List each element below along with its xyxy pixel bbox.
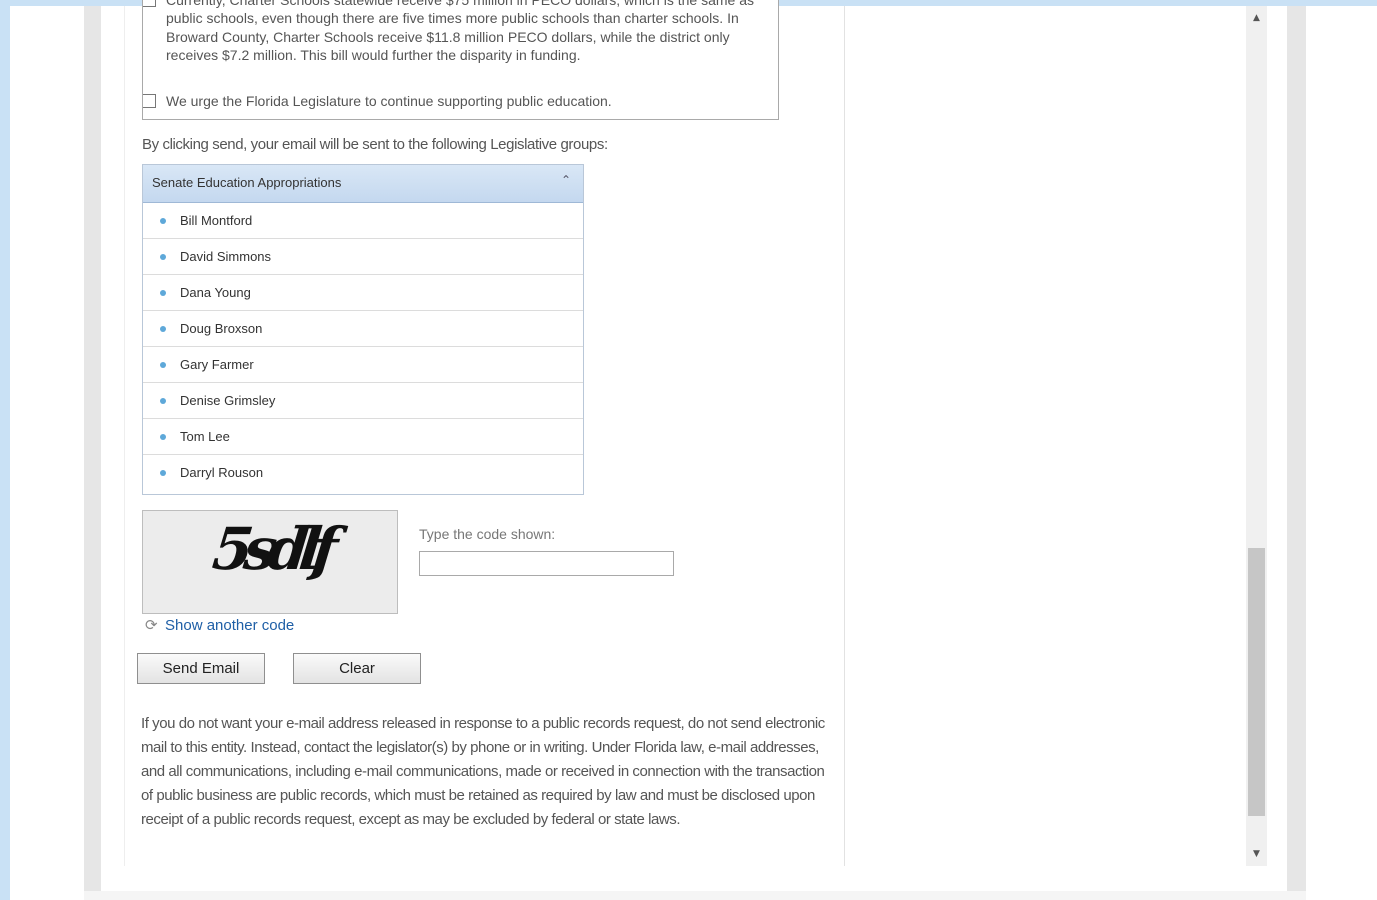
legislator-name: Bill Montford bbox=[180, 213, 253, 228]
legislator-list: Bill Montford David Simmons Dana Young Doug… bbox=[143, 203, 583, 491]
legislator-name: Gary Farmer bbox=[180, 357, 254, 372]
captcha-label: Type the code shown: bbox=[419, 526, 556, 542]
accordion-title: Senate Education Appropriations bbox=[152, 175, 342, 190]
content-left-rule bbox=[124, 6, 125, 866]
legislator-list-item: Denise Grimsley bbox=[143, 383, 583, 419]
resolution-item-funding[interactable]: Currently, Charter Schools statewide rec… bbox=[143, 0, 768, 65]
left-gutter bbox=[10, 6, 84, 900]
captcha-image: 5sdlf bbox=[142, 510, 398, 614]
resolution-item-support[interactable]: We urge the Florida Legislature to conti… bbox=[143, 92, 768, 110]
legislator-list-item: David Simmons bbox=[143, 239, 583, 275]
legislator-name: Darryl Rouson bbox=[180, 465, 264, 480]
bullet-icon bbox=[160, 434, 166, 440]
refresh-icon: ⟳ bbox=[145, 617, 158, 634]
scroll-down-arrow-icon[interactable]: ▼ bbox=[1246, 844, 1267, 864]
resolution-checkbox[interactable] bbox=[143, 94, 156, 108]
captcha-input[interactable] bbox=[419, 551, 674, 576]
frame-bottom-band bbox=[84, 891, 1306, 900]
bullet-icon bbox=[160, 326, 166, 332]
bullet-icon bbox=[160, 254, 166, 260]
column-divider bbox=[844, 6, 845, 866]
resolution-text: Currently, Charter Schools statewide rec… bbox=[166, 0, 754, 64]
legislator-list-item: Tom Lee bbox=[143, 419, 583, 455]
legislator-name: Doug Broxson bbox=[180, 321, 263, 336]
legislator-list-item: Doug Broxson bbox=[143, 311, 583, 347]
legislator-name: Tom Lee bbox=[180, 429, 230, 444]
clear-button[interactable]: Clear bbox=[293, 653, 421, 684]
bullet-icon bbox=[160, 470, 166, 476]
resolution-text: We urge the Florida Legislature to conti… bbox=[166, 93, 612, 109]
bullet-icon bbox=[160, 218, 166, 224]
legislator-list-item: Darryl Rouson bbox=[143, 455, 583, 491]
show-another-code-label: Show another code bbox=[165, 617, 295, 634]
bullet-icon bbox=[160, 398, 166, 404]
legislator-list-item: Gary Farmer bbox=[143, 347, 583, 383]
chevron-up-icon[interactable]: ⌃ bbox=[561, 173, 571, 187]
scroll-up-arrow-icon[interactable]: ▲ bbox=[1246, 8, 1267, 28]
legislator-name: David Simmons bbox=[180, 249, 272, 264]
resolution-checkbox[interactable] bbox=[143, 0, 156, 7]
public-records-disclaimer: If you do not want your e-mail address r… bbox=[141, 715, 825, 828]
show-another-code-link[interactable]: ⟳ Show another code bbox=[145, 616, 294, 634]
legislative-group-accordion: Senate Education Appropriations ⌃ Bill M… bbox=[142, 164, 584, 495]
legislator-name: Denise Grimsley bbox=[180, 393, 276, 408]
scrollbar-thumb[interactable] bbox=[1248, 548, 1265, 816]
accordion-header-senate-education-appropriations[interactable]: Senate Education Appropriations ⌃ bbox=[143, 165, 583, 203]
captcha-code-text: 5sdlf bbox=[209, 515, 333, 583]
legislator-list-item: Dana Young bbox=[143, 275, 583, 311]
send-email-button[interactable]: Send Email bbox=[137, 653, 265, 684]
legislator-list-item: Bill Montford bbox=[143, 203, 583, 239]
right-gutter bbox=[1306, 6, 1377, 900]
legislative-groups-intro: By clicking send, your email will be sen… bbox=[142, 136, 608, 153]
bullet-icon bbox=[160, 362, 166, 368]
bullet-icon bbox=[160, 290, 166, 296]
legislator-name: Dana Young bbox=[180, 285, 251, 300]
resolution-list: Currently, Charter Schools statewide rec… bbox=[142, 0, 779, 120]
